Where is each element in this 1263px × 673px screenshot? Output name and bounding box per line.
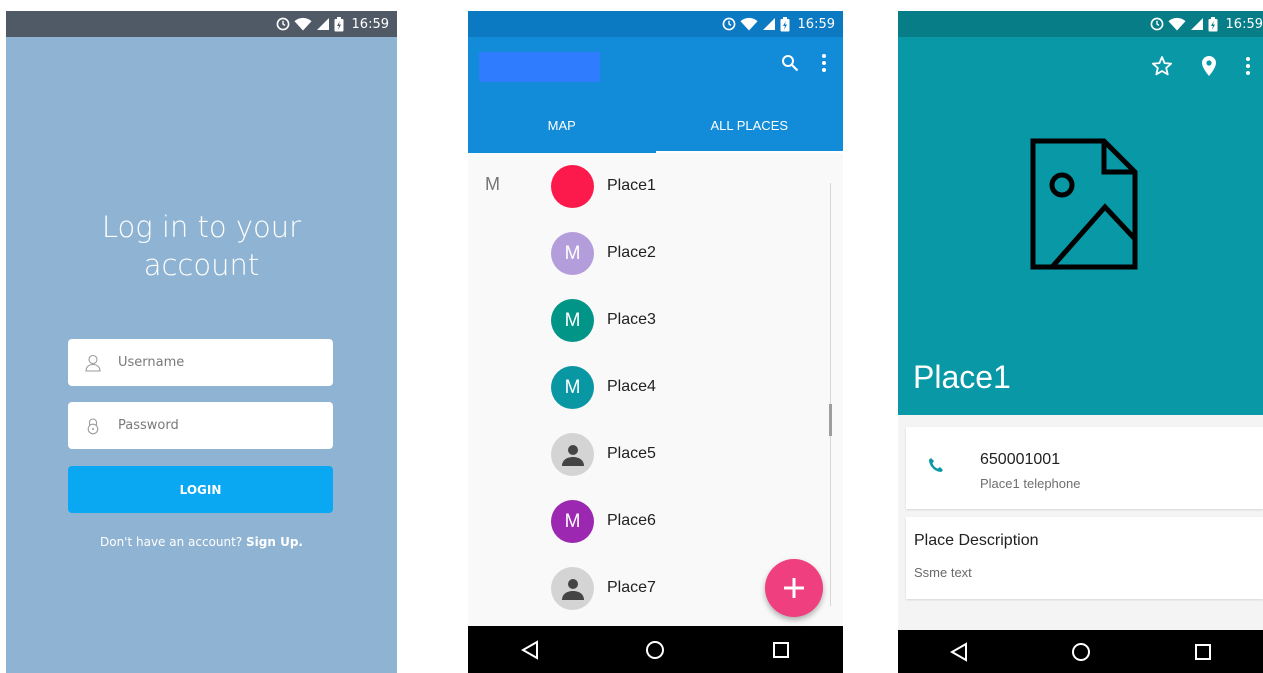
tab-all-places[interactable]: ALL PLACES <box>655 97 844 153</box>
phone-number: 650001001 <box>980 451 1061 468</box>
add-place-button[interactable] <box>765 559 823 617</box>
place-name: Place5 <box>607 445 656 462</box>
navigation-bar <box>468 626 843 673</box>
wifi-icon <box>294 17 312 31</box>
clock: 16:59 <box>797 16 835 32</box>
place-name: Place6 <box>607 512 656 529</box>
location-pin-icon[interactable] <box>1201 55 1217 82</box>
wifi-icon <box>1168 17 1186 31</box>
tab-map[interactable]: MAP <box>468 97 656 153</box>
navigation-bar <box>898 630 1263 673</box>
avatar: M <box>551 500 594 543</box>
app-bar-actions <box>781 53 827 78</box>
clock: 16:59 <box>351 16 389 32</box>
login-screen: 16:59 Log in to your account LOGIN Don't… <box>6 11 397 673</box>
overflow-menu-icon[interactable] <box>1245 56 1251 81</box>
place-name: Place1 <box>607 177 656 194</box>
lock-icon <box>83 416 103 436</box>
user-icon <box>83 353 103 373</box>
detail-actions <box>1151 55 1251 82</box>
login-button[interactable]: LOGIN <box>68 466 333 513</box>
wifi-icon <box>740 17 758 31</box>
battery-icon <box>780 16 790 31</box>
place-name: Place2 <box>607 244 656 261</box>
description-text: Ssme text <box>914 565 972 580</box>
home-icon[interactable] <box>645 640 665 660</box>
place-title: Place1 <box>913 359 1011 395</box>
login-title: Log in to your account <box>101 210 302 282</box>
battery-icon <box>334 16 344 31</box>
alarm-icon <box>276 17 289 31</box>
signal-icon <box>1190 18 1203 30</box>
battery-icon <box>1208 16 1218 31</box>
list-item[interactable]: Place1 <box>468 153 843 220</box>
app-bar: MAP ALL PLACES <box>468 37 843 153</box>
app-title-placeholder <box>479 52 600 82</box>
phone-icon <box>929 458 943 472</box>
place-detail-screen: 16:59 Place1 650001001 Place1 telephone … <box>898 11 1263 673</box>
avatar: M <box>551 299 594 342</box>
scrollbar-thumb[interactable] <box>829 404 832 436</box>
status-bar: 16:59 <box>898 11 1263 37</box>
clock: 16:59 <box>1225 16 1263 32</box>
description-card: Place Description Ssme text <box>906 517 1263 599</box>
description-title: Place Description <box>914 532 1039 549</box>
avatar: M <box>551 366 594 409</box>
detail-header: Place1 <box>898 37 1263 415</box>
place-name: Place3 <box>607 311 656 328</box>
star-icon[interactable] <box>1151 55 1173 82</box>
tab-bar: MAP ALL PLACES <box>468 97 843 153</box>
phone-label: Place1 telephone <box>980 476 1081 491</box>
list-item[interactable]: M Place6 <box>468 488 843 555</box>
username-field[interactable] <box>68 339 333 386</box>
image-placeholder-icon <box>1030 138 1138 270</box>
signup-link[interactable]: Sign Up. <box>246 535 303 549</box>
scrollbar-track[interactable] <box>830 183 831 606</box>
password-field[interactable] <box>68 402 333 449</box>
person-icon <box>551 567 594 610</box>
place-name: Place7 <box>607 579 656 596</box>
person-icon <box>551 433 594 476</box>
signup-prompt: Don't have an account? <box>99 535 243 549</box>
recents-icon[interactable] <box>1194 643 1212 661</box>
recents-icon[interactable] <box>772 641 790 659</box>
avatar <box>551 165 594 208</box>
status-bar: 16:59 <box>6 11 397 37</box>
alarm-icon <box>722 17 735 31</box>
signal-icon <box>316 18 329 30</box>
back-icon[interactable] <box>949 641 968 662</box>
list-item[interactable]: M Place2 <box>468 220 843 287</box>
list-item[interactable]: Place5 <box>468 421 843 488</box>
place-name: Place4 <box>607 378 656 395</box>
signal-icon <box>762 18 775 30</box>
password-input[interactable] <box>118 418 318 433</box>
places-list-screen: 16:59 MAP ALL PLACES M Place1 M Place2 M Pla… <box>468 11 843 673</box>
status-bar: 16:59 <box>468 11 843 37</box>
alarm-icon <box>1150 17 1163 31</box>
home-icon[interactable] <box>1071 642 1091 662</box>
list-item[interactable]: M Place4 <box>468 354 843 421</box>
username-input[interactable] <box>118 355 318 370</box>
signup-line: Don't have an account? Sign Up. <box>6 535 397 549</box>
avatar: M <box>551 232 594 275</box>
list-item[interactable]: M Place3 <box>468 287 843 354</box>
search-icon[interactable] <box>781 54 799 77</box>
phone-card[interactable]: 650001001 Place1 telephone <box>906 427 1263 509</box>
overflow-menu-icon[interactable] <box>821 53 827 78</box>
plus-icon <box>784 578 804 598</box>
back-icon[interactable] <box>521 639 539 660</box>
